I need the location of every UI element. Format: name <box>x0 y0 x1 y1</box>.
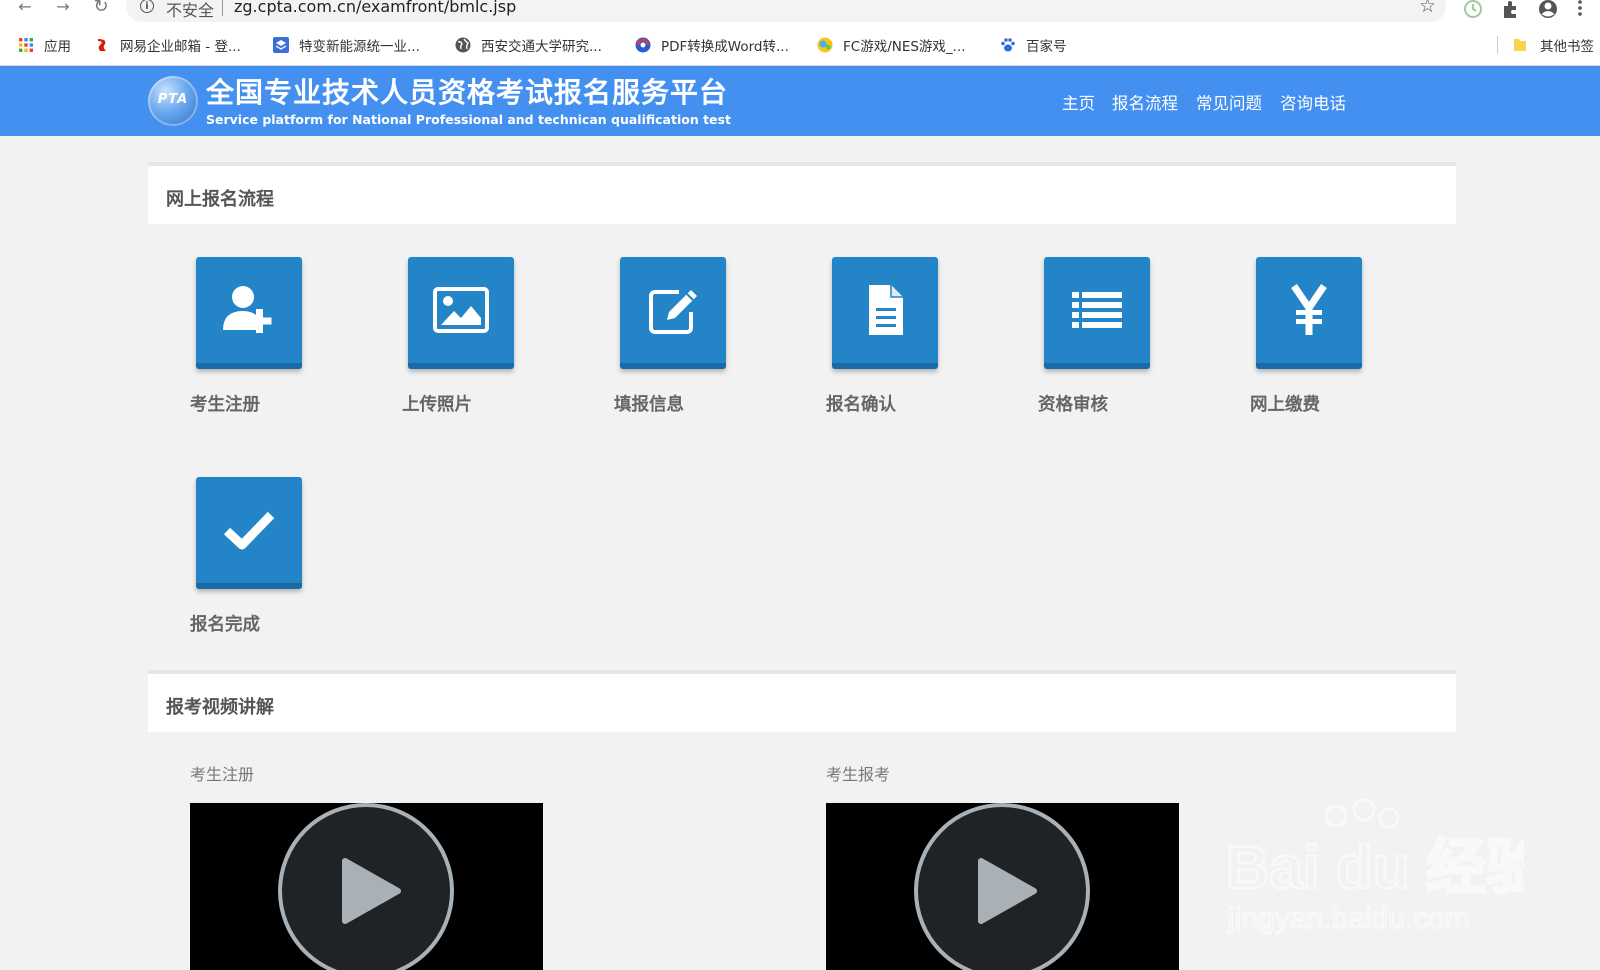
bookmark-xjtu[interactable]: 西安交通大学研究... <box>455 36 602 55</box>
watermark-domain: jingyan.baidu.com <box>1227 902 1470 935</box>
other-bookmarks-label: 其他书签 <box>1540 39 1594 55</box>
nav-home[interactable]: 主页 <box>1062 90 1095 114</box>
pta-logo[interactable]: PTA <box>148 76 198 126</box>
step-label: 考生注册 <box>190 395 260 415</box>
step-label: 上传照片 <box>402 395 472 415</box>
video-panel-header: 报考视频讲解 <box>148 670 1456 732</box>
extensions-puzzle-icon[interactable] <box>1500 0 1522 20</box>
baidu-jingyan-watermark: Bai du 经验 jingyan.baidu.com <box>1224 796 1547 936</box>
address-separator <box>222 0 223 16</box>
bookmark-label: 网易企业邮箱 - 登... <box>120 39 241 55</box>
video-player-apply[interactable] <box>826 803 1179 970</box>
step-tile[interactable] <box>1044 257 1150 369</box>
browser-menu-icon[interactable] <box>1575 0 1597 20</box>
document-icon <box>869 285 903 335</box>
bookmark-label: FC游戏/NES游戏_... <box>843 39 966 55</box>
browser-chrome: ← → ↻ i 不安全 zg.cpta.com.cn/examfront/bml… <box>0 0 1600 66</box>
game-icon <box>817 37 833 53</box>
profile-avatar-icon[interactable] <box>1537 0 1559 20</box>
address-bar[interactable]: i 不安全 zg.cpta.com.cn/examfront/bmlc.jsp … <box>126 0 1446 22</box>
bookmark-fc-game[interactable]: FC游戏/NES游戏_... <box>817 36 966 55</box>
step-tile[interactable] <box>196 477 302 589</box>
globe-icon <box>455 37 471 53</box>
folder-icon <box>1514 39 1526 51</box>
site-subtitle: Service platform for National Profession… <box>206 112 731 127</box>
bookmark-label: PDF转换成Word转... <box>661 39 789 55</box>
bookmark-tbea[interactable]: 特变新能源统一业... <box>273 36 420 55</box>
bookmarks-separator <box>1497 36 1498 54</box>
video-title-apply: 考生报考 <box>826 765 891 784</box>
step-label: 网上缴费 <box>1250 395 1320 415</box>
play-button-icon[interactable] <box>826 803 1179 970</box>
bookmark-label: 特变新能源统一业... <box>299 39 420 55</box>
step-label: 报名确认 <box>826 395 896 415</box>
video-section-title: 报考视频讲解 <box>166 697 274 718</box>
edit-icon <box>649 290 697 334</box>
step-label: 填报信息 <box>614 395 684 415</box>
bookmarks-bar: 应用 网易企业邮箱 - 登... 特变新能源统一业... 西安交通大学研究... <box>0 32 1600 58</box>
site-title: 全国专业技术人员资格考试报名服务平台 <box>206 76 729 109</box>
nav-process[interactable]: 报名流程 <box>1112 90 1178 114</box>
bookmark-apps[interactable]: 应用 <box>18 36 71 55</box>
step-tile[interactable] <box>620 257 726 369</box>
video-player-register[interactable] <box>190 803 543 970</box>
back-arrow-icon[interactable]: ← <box>14 0 36 18</box>
list-icon <box>1072 292 1122 328</box>
image-icon <box>433 287 489 333</box>
other-bookmarks[interactable]: 其他书签 <box>1512 36 1594 55</box>
layers-icon <box>273 37 289 53</box>
forward-arrow-icon[interactable]: → <box>52 0 74 18</box>
netease-icon <box>98 39 106 51</box>
reload-icon[interactable]: ↻ <box>90 0 112 18</box>
bookmark-star-icon[interactable]: ☆ <box>1419 0 1436 17</box>
baidu-paw-icon <box>1001 38 1015 52</box>
bookmark-netease[interactable]: 网易企业邮箱 - 登... <box>94 36 241 55</box>
nav-hotline[interactable]: 咨询电话 <box>1280 90 1346 114</box>
step-tile[interactable] <box>408 257 514 369</box>
step-tile[interactable] <box>832 257 938 369</box>
user-add-icon <box>223 286 272 333</box>
site-header: PTA 全国专业技术人员资格考试报名服务平台 Service platform … <box>0 66 1600 136</box>
url-text[interactable]: zg.cpta.com.cn/examfront/bmlc.jsp <box>234 0 516 16</box>
check-icon <box>223 511 275 550</box>
security-label: 不安全 <box>166 1 215 20</box>
step-label: 报名完成 <box>190 615 260 635</box>
yen-icon <box>1291 284 1327 335</box>
bookmark-label: 百家号 <box>1026 39 1067 55</box>
step-label: 资格审核 <box>1038 395 1108 415</box>
logo-text: PTA <box>157 92 189 107</box>
bookmark-pdf[interactable]: PDF转换成Word转... <box>635 36 789 55</box>
bookmark-baijiahao[interactable]: 百家号 <box>1000 36 1067 55</box>
nav-faq[interactable]: 常见问题 <box>1196 90 1262 114</box>
step-tile[interactable] <box>196 257 302 369</box>
step-tile[interactable] <box>1256 257 1362 369</box>
apps-grid-icon <box>19 38 33 52</box>
pdf-convert-icon <box>635 37 651 53</box>
process-panel-header: 网上报名流程 <box>148 162 1456 224</box>
watermark-brand: Bai du 经验 <box>1226 834 1524 901</box>
process-title: 网上报名流程 <box>166 189 274 210</box>
bookmark-label: 应用 <box>44 39 71 55</box>
play-button-icon[interactable] <box>190 803 543 970</box>
browser-toolbar: ← → ↻ i 不安全 zg.cpta.com.cn/examfront/bml… <box>0 0 1600 26</box>
video-title-register: 考生注册 <box>190 765 255 784</box>
baidu-paw-icon: Bai du 经验 jingyan.baidu.com <box>1225 798 1547 936</box>
info-icon[interactable]: i <box>140 0 154 13</box>
timer-extension-icon[interactable] <box>1462 0 1484 20</box>
bookmark-label: 西安交通大学研究... <box>481 39 602 55</box>
